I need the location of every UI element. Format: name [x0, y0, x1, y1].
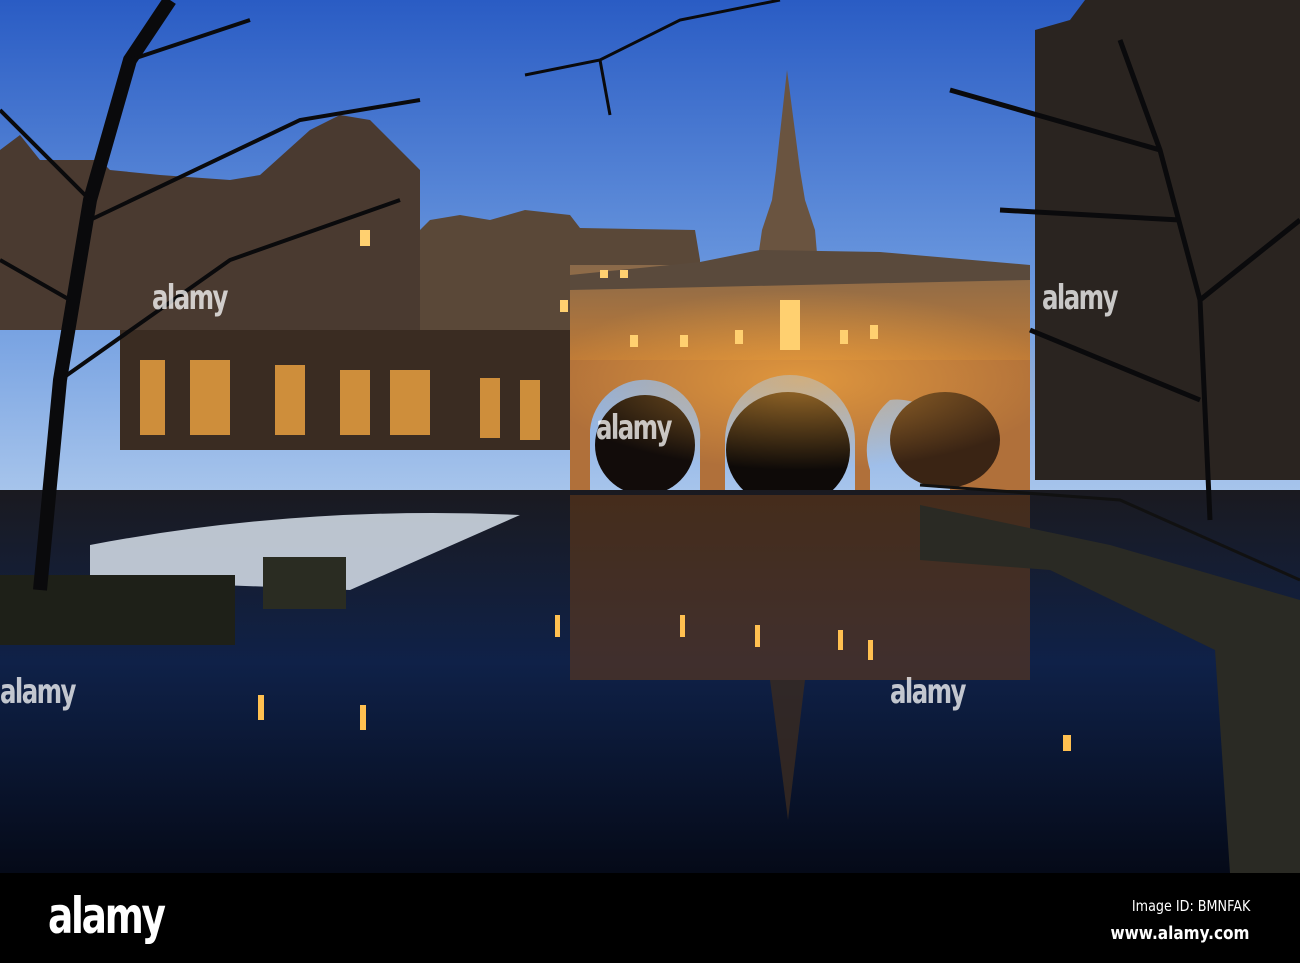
watermark: alamy [596, 408, 672, 448]
stock-photo-page: alamy alamy alamy alamy alamy alamy Imag… [0, 0, 1300, 963]
image-id: Image ID: BMNFAK [1131, 897, 1250, 915]
watermark: alamy [890, 672, 966, 712]
footer-bar: alamy Image ID: BMNFAK www.alamy.com [0, 873, 1300, 963]
weir-block [263, 557, 346, 609]
watermark: alamy [152, 278, 228, 318]
watermark: alamy [1042, 278, 1118, 318]
watermark: alamy [0, 672, 76, 712]
right-building [1035, 0, 1300, 480]
website-link[interactable]: www.alamy.com [1111, 923, 1250, 944]
alamy-logo: alamy [48, 887, 166, 945]
